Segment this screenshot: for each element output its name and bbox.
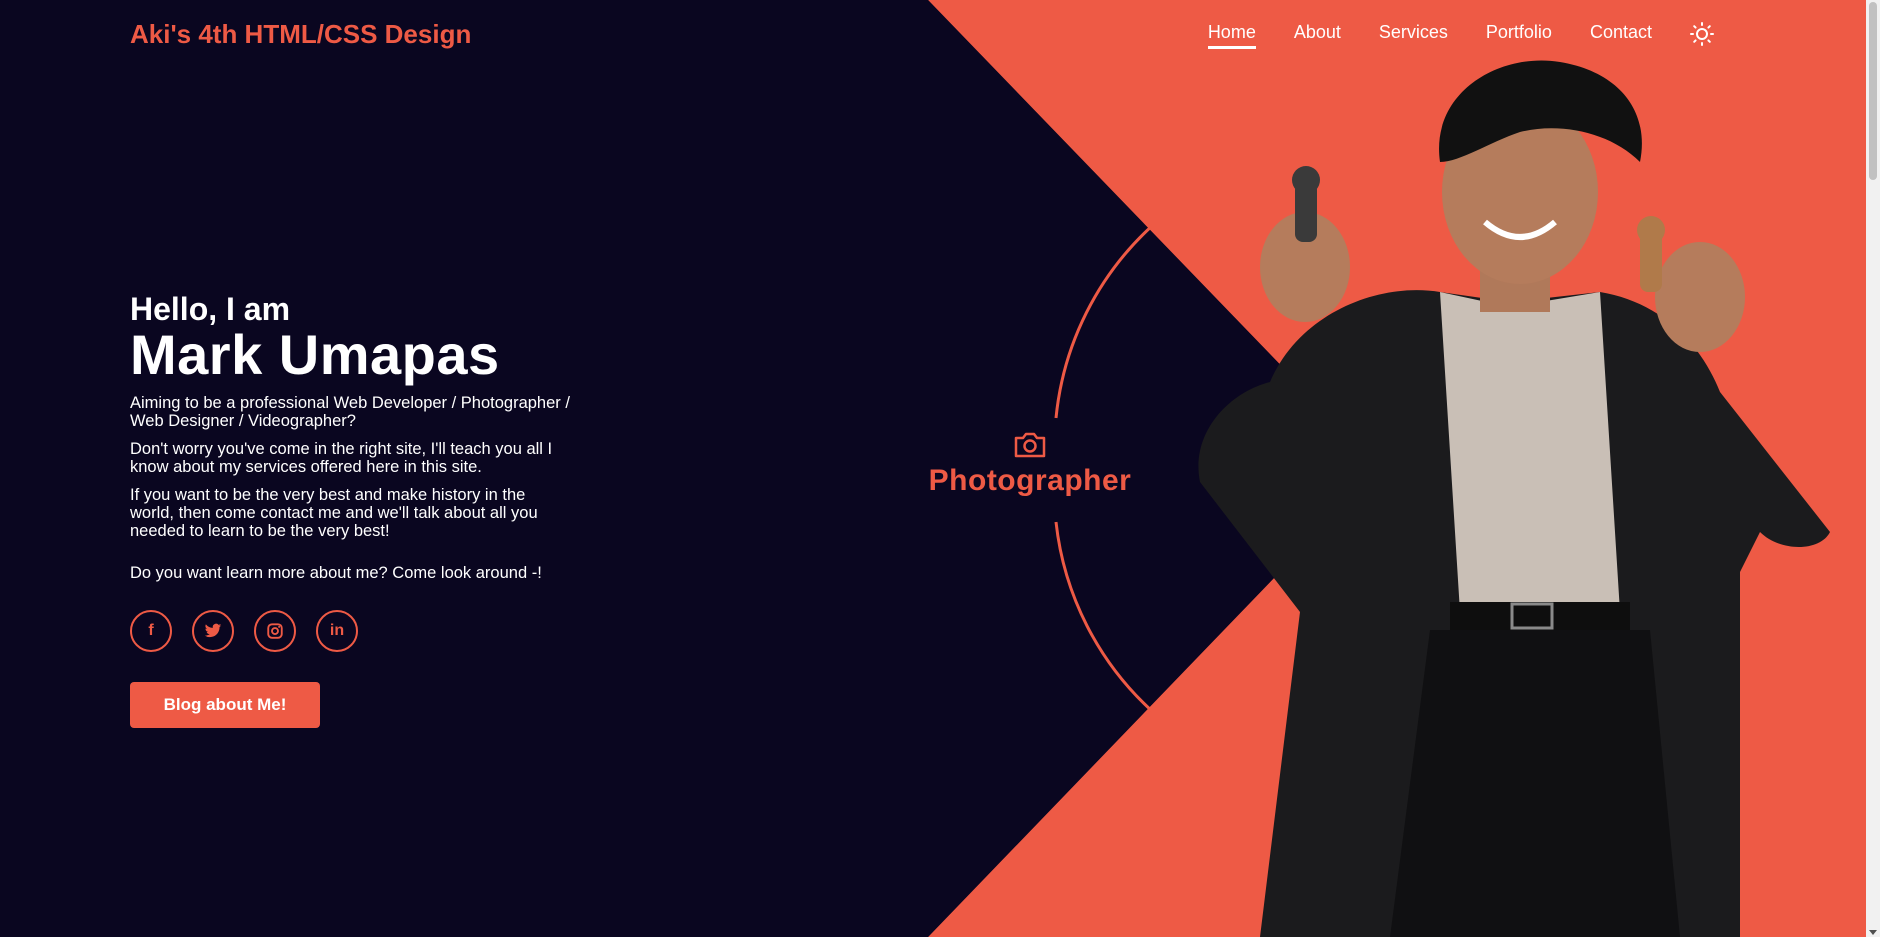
linkedin-icon[interactable]: in — [316, 610, 358, 652]
nav-services[interactable]: Services — [1379, 22, 1448, 49]
scroll-thumb[interactable] — [1869, 2, 1877, 180]
intro-section: Hello, I am Mark Umapas Aiming to be a p… — [130, 292, 570, 728]
site-logo[interactable]: Aki's 4th HTML/CSS Design — [130, 19, 471, 50]
facebook-icon[interactable]: f — [130, 610, 172, 652]
hero-name: Mark Umapas — [130, 323, 500, 386]
intro-line-4: Do you want learn more about me? Come lo… — [130, 564, 542, 582]
twitter-bird — [204, 623, 222, 638]
sun-icon[interactable] — [1690, 21, 1714, 46]
role-badge: Photographer — [920, 430, 1140, 498]
intro-line-3: If you want to be the very best and make… — [130, 486, 538, 540]
blog-button[interactable]: Blog about Me! — [130, 682, 320, 728]
scroll-down-arrow-icon[interactable] — [1869, 930, 1877, 935]
intro-line-1: Aiming to be a professional Web Develope… — [130, 394, 570, 430]
portrait-photo — [1198, 60, 1830, 937]
nav-home[interactable]: Home — [1207, 22, 1256, 49]
page-scrollbar[interactable] — [1866, 0, 1880, 937]
role-label: Photographer — [928, 464, 1132, 497]
camera-icon — [1014, 432, 1046, 458]
intro-line-2: Don't worry you've come in the right sit… — [130, 440, 553, 476]
greeting: Hello, I am — [130, 291, 291, 327]
nav-portfolio[interactable]: Portfolio — [1486, 22, 1552, 49]
instagram-glyph — [267, 623, 283, 639]
nav-contact[interactable]: Contact — [1590, 22, 1652, 49]
social-links: f in — [130, 610, 570, 652]
facebook-glyph: f — [148, 622, 154, 639]
main-nav: Home About Services Portfolio Contact — [1170, 21, 1714, 49]
twitter-icon[interactable] — [192, 610, 234, 652]
instagram-icon[interactable] — [254, 610, 296, 652]
site-header: Aki's 4th HTML/CSS Design Home About Ser… — [0, 0, 1866, 70]
linkedin-glyph: in — [329, 622, 345, 639]
nav-about[interactable]: About — [1294, 22, 1341, 49]
